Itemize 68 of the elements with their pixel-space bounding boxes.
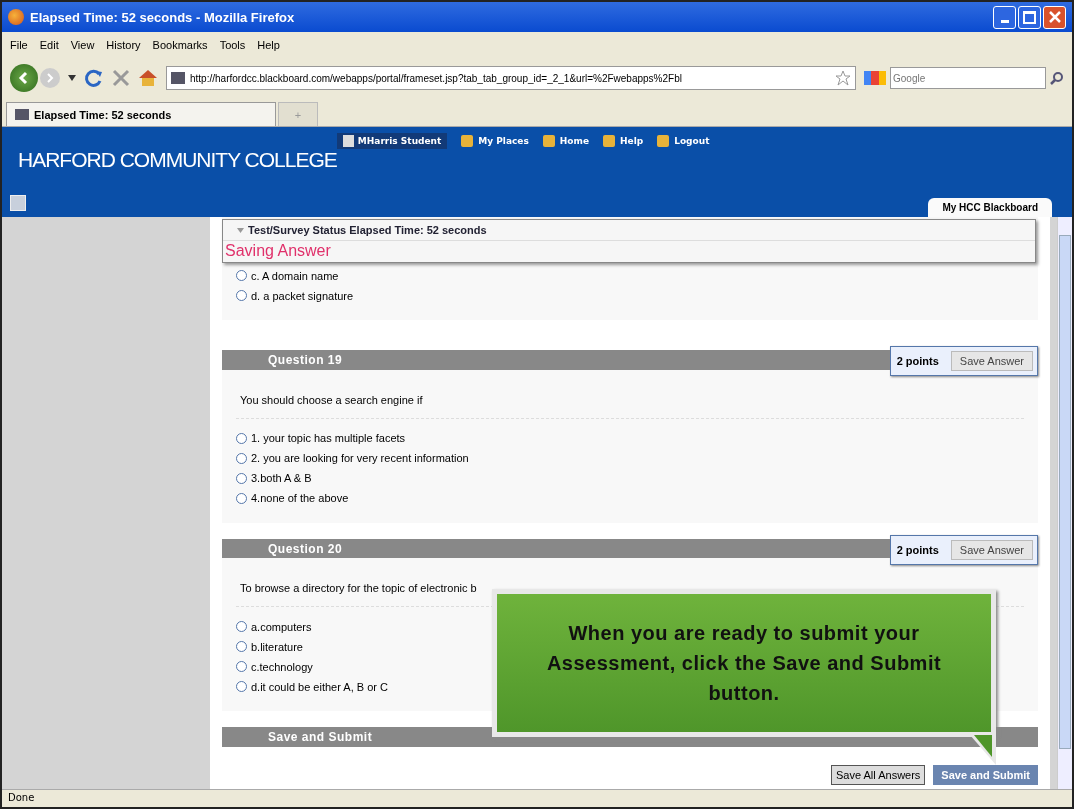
scrollbar[interactable]: [1057, 217, 1072, 789]
section-title: Save and Submit: [268, 730, 373, 745]
option-label: 2. you are looking for very recent information: [251, 452, 469, 465]
save-all-button[interactable]: Save All Answers: [831, 765, 926, 785]
minimize-button[interactable]: [993, 5, 1016, 29]
site-icon: [171, 72, 185, 84]
radio-button[interactable]: [236, 270, 247, 281]
menu-item[interactable]: Tools: [219, 39, 246, 51]
home-icon[interactable]: [138, 69, 158, 87]
question-text: You should choose a search engine if: [236, 375, 1024, 419]
status-title: Test/Survey Status Elapsed Time: 52 seconds: [248, 224, 487, 236]
radio-button[interactable]: [236, 681, 247, 693]
radio-button[interactable]: [236, 492, 247, 504]
search-icon[interactable]: [1050, 71, 1064, 85]
option-label: b.literature: [251, 640, 303, 653]
reload-icon[interactable]: [84, 68, 104, 88]
menu-item[interactable]: View: [70, 39, 95, 51]
save-and-submit-button[interactable]: Save and Submit: [933, 765, 1038, 785]
menu-item[interactable]: Edit: [39, 39, 59, 51]
maximize-button[interactable]: [1018, 5, 1041, 29]
question-title: Question 19: [268, 352, 343, 367]
user-name[interactable]: MHarris Student: [336, 133, 448, 149]
radio-button[interactable]: [236, 641, 247, 653]
status-text: Done: [8, 792, 35, 803]
header-tab[interactable]: My HCC Blackboard: [928, 198, 1052, 217]
radio-button[interactable]: [236, 621, 247, 633]
option-label: 4.none of the above: [251, 492, 349, 505]
close-button[interactable]: [1043, 5, 1066, 29]
stop-icon[interactable]: [112, 69, 130, 87]
header-link[interactable]: Help: [603, 133, 644, 149]
page-icon: [15, 109, 29, 120]
points-label: 2 points: [896, 543, 939, 556]
option-label: c. A domain name: [251, 269, 339, 282]
college-logo: HARFORD COMMUNITY COLLEGE: [18, 147, 337, 173]
window-title: Elapsed Time: 52 seconds - Mozilla Firefox: [30, 9, 295, 25]
collapse-icon[interactable]: [237, 227, 244, 233]
radio-button[interactable]: [236, 290, 247, 301]
menu-item[interactable]: File: [10, 39, 28, 51]
back-button[interactable]: [10, 64, 38, 92]
address-field[interactable]: http://harfordcc.blackboard.com/webapps/portal/frameset.jsp?tab_tab_group_id=_2_1&url=%2Fwebapps%2Fbl: [166, 66, 856, 90]
option-label: 3.both A & B: [251, 472, 312, 485]
radio-button[interactable]: [236, 472, 247, 484]
option-label: d. a packet signature: [251, 289, 354, 302]
search-engine-icon[interactable]: [864, 71, 886, 85]
close-icon: [1047, 10, 1062, 24]
search-field[interactable]: Google: [890, 67, 1046, 89]
menu-item[interactable]: History: [106, 39, 141, 51]
radio-button[interactable]: [236, 432, 247, 444]
points-label: 2 points: [896, 355, 939, 367]
dropdown-icon[interactable]: [68, 75, 76, 81]
option-label: d.it could be either A, B or C: [251, 680, 388, 693]
header-link[interactable]: Logout: [657, 133, 710, 149]
header-link[interactable]: My Places: [461, 133, 529, 149]
radio-button[interactable]: [236, 452, 247, 464]
menu-item[interactable]: Bookmarks: [152, 39, 208, 51]
save-answer-button[interactable]: Save Answer: [950, 539, 1033, 560]
star-icon[interactable]: [835, 70, 851, 86]
option-label: c.technology: [251, 660, 313, 673]
menu-item[interactable]: Help: [257, 39, 280, 51]
header-link[interactable]: Home: [542, 133, 589, 149]
save-answer-button[interactable]: Save Answer: [950, 351, 1033, 371]
option-label: 1. your topic has multiple facets: [251, 432, 406, 445]
option-label: a.computers: [251, 620, 312, 633]
radio-button[interactable]: [236, 661, 247, 673]
browser-tab[interactable]: Elapsed Time: 52 seconds: [6, 102, 276, 126]
question-title: Question 20: [268, 541, 343, 556]
saving-message: Saving Answer: [224, 241, 332, 261]
callout-text: When you are ready to submit your Assessment, click the Save and Submit button.: [545, 621, 943, 706]
